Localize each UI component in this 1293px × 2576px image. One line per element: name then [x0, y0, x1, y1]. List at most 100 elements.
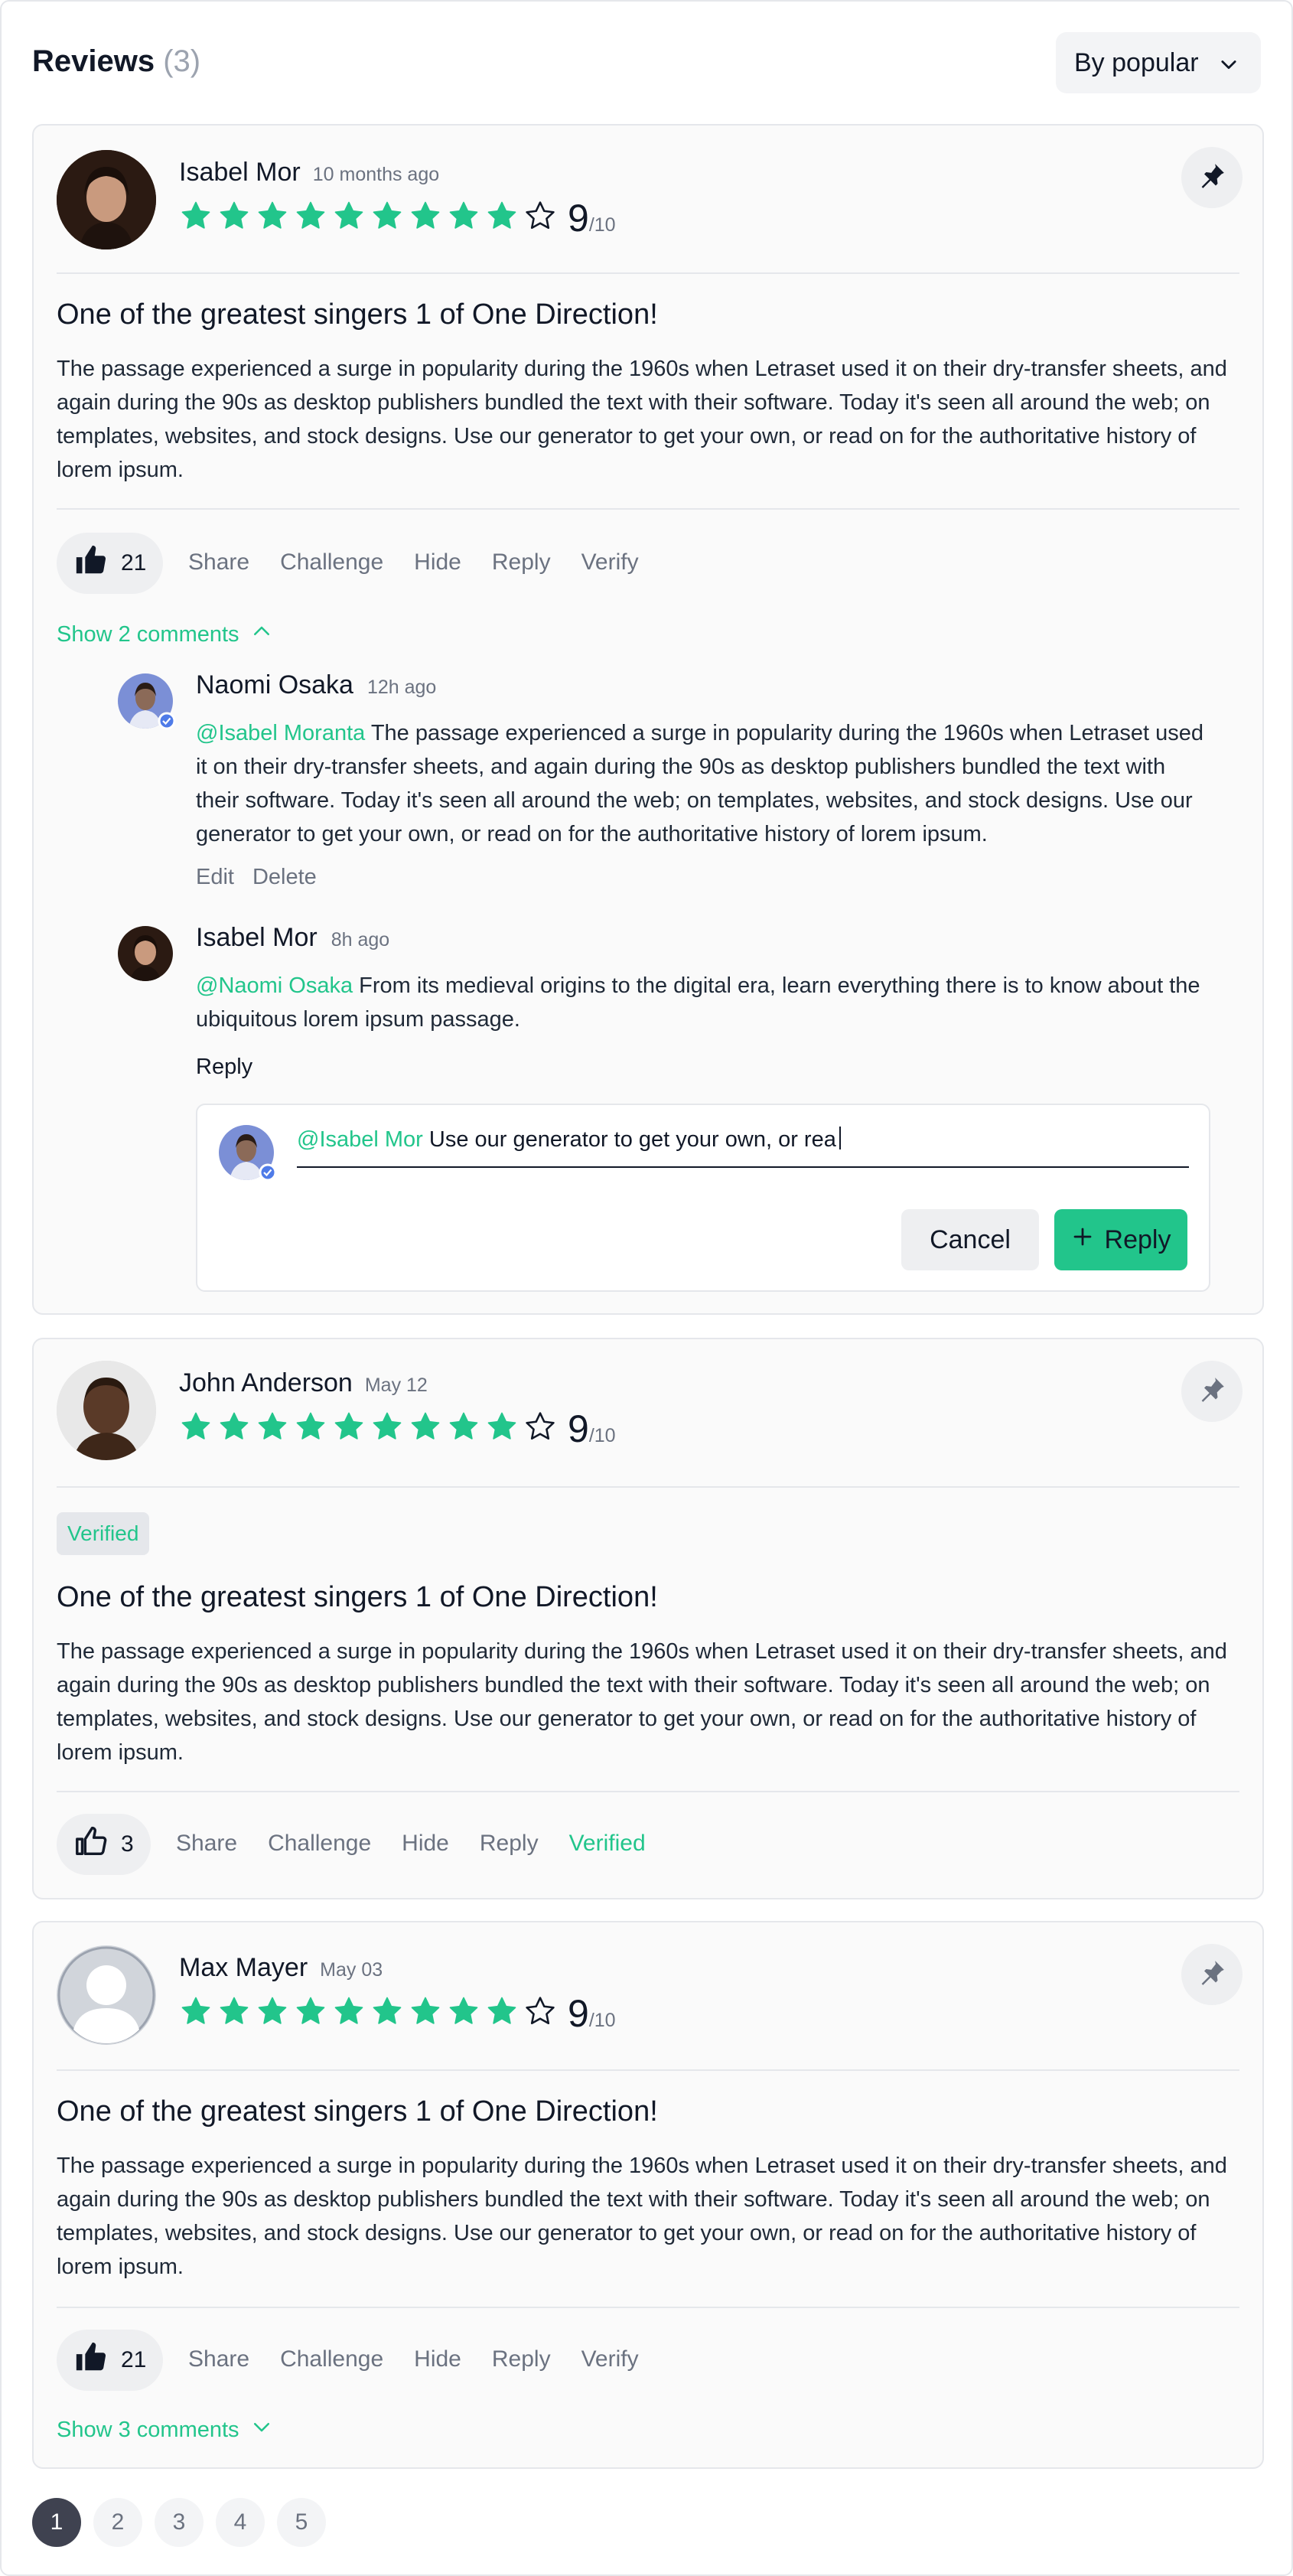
- divider: [57, 1791, 1239, 1792]
- star-filled-icon: [181, 201, 210, 229]
- reviews-header: Reviews (3) By popular: [32, 32, 1261, 93]
- show-comments-label: Show 2 comments: [57, 621, 239, 647]
- action-share[interactable]: Share: [188, 549, 249, 576]
- cancel-button[interactable]: Cancel: [901, 1209, 1039, 1270]
- reviews-count: (3): [163, 44, 201, 78]
- pin-icon: [1197, 161, 1227, 195]
- reply-input-value: Use our generator to get your own, or re…: [422, 1127, 836, 1152]
- action-verify[interactable]: Verify: [581, 549, 639, 576]
- star-filled-icon: [220, 1997, 249, 2024]
- action-verify[interactable]: Verify: [581, 2346, 639, 2372]
- chevron-down-icon: [1218, 52, 1239, 82]
- rating-score: 9/10: [568, 1991, 616, 2036]
- score-value: 9: [568, 1992, 589, 2035]
- star-filled-icon: [373, 1412, 402, 1440]
- star-filled-icon: [487, 1412, 516, 1440]
- page-1-button[interactable]: 1: [32, 2498, 81, 2547]
- reply-input[interactable]: @Isabel Mor Use our generator to get you…: [297, 1127, 841, 1153]
- page-3-button[interactable]: 3: [155, 2498, 204, 2547]
- review-body: The passage experienced a surge in popul…: [57, 2154, 1227, 2279]
- action-share[interactable]: Share: [176, 1831, 237, 1857]
- star-rating: [179, 1410, 557, 1443]
- comment-actions: Edit Delete: [196, 865, 317, 890]
- star-filled-icon: [487, 201, 516, 229]
- chevron-up-icon: [250, 620, 273, 649]
- action-hide[interactable]: Hide: [414, 2346, 461, 2372]
- avatar: [57, 150, 156, 249]
- divider: [57, 2069, 1239, 2071]
- comment-reply-link[interactable]: Reply: [196, 1055, 252, 1080]
- star-filled-icon: [449, 1997, 478, 2024]
- like-button[interactable]: 3: [57, 1814, 151, 1875]
- rating-score: 9/10: [568, 1407, 616, 1451]
- pin-button[interactable]: [1181, 1944, 1243, 2005]
- mention-link[interactable]: @Naomi Osaka: [196, 973, 353, 998]
- score-max: /10: [588, 1425, 616, 1446]
- action-reply[interactable]: Reply: [492, 549, 551, 576]
- action-challenge[interactable]: Challenge: [280, 2346, 383, 2372]
- action-share[interactable]: Share: [188, 2346, 249, 2372]
- pin-button[interactable]: [1181, 1361, 1243, 1422]
- mention-link[interactable]: @Isabel Moranta: [196, 721, 365, 745]
- show-comments-toggle[interactable]: Show 2 comments: [57, 620, 273, 649]
- like-button[interactable]: 21: [57, 2330, 164, 2391]
- edit-link[interactable]: Edit: [196, 865, 234, 890]
- reviews-title-text: Reviews: [32, 44, 155, 78]
- action-hide[interactable]: Hide: [414, 549, 461, 576]
- delete-link[interactable]: Delete: [252, 865, 317, 890]
- show-comments-toggle[interactable]: Show 3 comments: [57, 2415, 273, 2444]
- comment-text: @Naomi Osaka From its medieval origins t…: [196, 969, 1206, 1036]
- pagination: 12345: [32, 2498, 326, 2547]
- thumbs-up-outline-icon: [73, 1824, 109, 1865]
- star-filled-icon: [220, 201, 249, 229]
- pin-icon: [1197, 1958, 1227, 1992]
- action-challenge[interactable]: Challenge: [280, 549, 383, 576]
- pin-button[interactable]: [1181, 147, 1243, 208]
- star-empty-icon: [526, 201, 555, 230]
- action-hide[interactable]: Hide: [402, 1831, 449, 1857]
- reply-mention: @Isabel Mor: [297, 1127, 423, 1152]
- author-name: Isabel Mor: [179, 158, 301, 187]
- sort-dropdown[interactable]: By popular: [1056, 32, 1261, 93]
- star-filled-icon: [334, 1412, 363, 1440]
- comment-time: 8h ago: [331, 929, 390, 951]
- input-underline: [297, 1166, 1189, 1168]
- page-4-button[interactable]: 4: [216, 2498, 265, 2547]
- show-comments-label: Show 3 comments: [57, 2417, 239, 2442]
- like-button[interactable]: 21: [57, 533, 164, 594]
- comment-text: @Isabel Moranta The passage experienced …: [196, 716, 1206, 851]
- reply-avatar: [219, 1125, 278, 1189]
- review-date: May 12: [364, 1374, 428, 1396]
- action-challenge[interactable]: Challenge: [268, 1831, 371, 1857]
- review-card: John Anderson May 12 9/10 Verified One of…: [32, 1338, 1264, 1899]
- star-filled-icon: [373, 1997, 402, 2024]
- review-card: Isabel Mor 10 months ago 9/10 One of the …: [32, 124, 1264, 1315]
- star-filled-icon: [220, 1412, 249, 1440]
- action-verified[interactable]: Verified: [569, 1831, 646, 1857]
- author-name: John Anderson: [179, 1368, 353, 1397]
- pin-icon: [1197, 1374, 1227, 1409]
- reply-button[interactable]: Reply: [1054, 1209, 1187, 1270]
- review-body: The passage experienced a surge in popul…: [57, 357, 1227, 482]
- avatar: [57, 1361, 156, 1460]
- comment-avatar: [118, 673, 176, 730]
- star-empty-icon: [526, 1997, 555, 2025]
- comment-author: Naomi Osaka 12h ago: [196, 670, 436, 700]
- action-reply[interactable]: Reply: [492, 2346, 551, 2372]
- reply-button-label: Reply: [1104, 1224, 1171, 1254]
- review-card: Max Mayer May 03 9/10 One of the greatest…: [32, 1921, 1264, 2469]
- review-date: May 03: [320, 1959, 383, 1981]
- review-title: One of the greatest singers 1 of One Dir…: [57, 1581, 658, 1613]
- page-2-button[interactable]: 2: [93, 2498, 142, 2547]
- star-filled-icon: [373, 201, 402, 229]
- page-5-button[interactable]: 5: [277, 2498, 326, 2547]
- divider: [57, 508, 1239, 510]
- action-reply[interactable]: Reply: [480, 1831, 539, 1857]
- divider: [57, 2307, 1239, 2308]
- star-filled-icon: [334, 201, 363, 229]
- comment-author: Isabel Mor 8h ago: [196, 923, 389, 953]
- text-cursor: [839, 1127, 841, 1149]
- author-name: Max Mayer: [179, 1953, 308, 1982]
- star-empty-icon: [526, 1412, 555, 1440]
- star-filled-icon: [258, 201, 287, 229]
